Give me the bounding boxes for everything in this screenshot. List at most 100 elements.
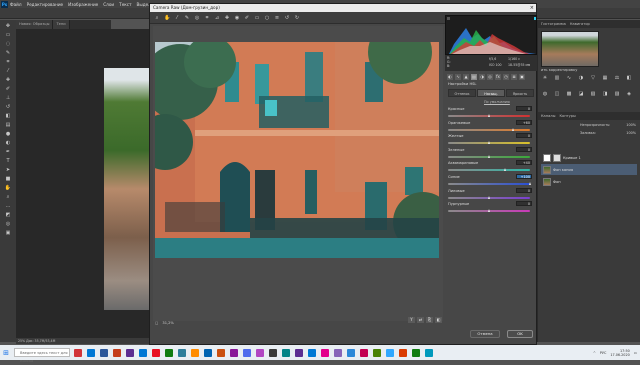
hsl-slider-row[interactable]: Желтые 0 — [448, 133, 534, 147]
blur-tool-icon[interactable]: ● — [5, 131, 12, 137]
hsl-slider-row[interactable]: Оранжевые +60 — [448, 119, 534, 134]
menu-edit[interactable]: Редактирование — [27, 2, 64, 7]
ok-button[interactable]: OK — [507, 330, 533, 338]
gradient-tool-icon[interactable]: ▤ — [5, 122, 12, 128]
slider-value-input[interactable]: +60 — [516, 119, 532, 125]
more-tools-icon[interactable]: … — [5, 203, 12, 209]
taskbar-app-icon[interactable] — [412, 348, 420, 357]
presets-icon[interactable]: ≣ — [511, 73, 517, 80]
slider-value-input[interactable]: 0 — [516, 201, 532, 207]
dodge-tool-icon[interactable]: ◐ — [5, 140, 12, 146]
taskbar-app-icon[interactable] — [282, 348, 290, 357]
taskbar-app-icon[interactable] — [360, 348, 368, 357]
slider-handle[interactable] — [528, 182, 531, 185]
zoom-tool-icon[interactable]: ⌕ — [5, 194, 12, 200]
slider-track[interactable] — [448, 169, 530, 172]
tab-paths[interactable]: Контуры — [559, 114, 575, 118]
eraser-tool-icon[interactable]: ◧ — [5, 113, 12, 119]
taskbar-app-icon[interactable] — [334, 348, 342, 357]
menu-text[interactable]: Текст — [119, 2, 131, 7]
taskbar-app-icon[interactable] — [347, 348, 355, 357]
copy-settings-icon[interactable]: ⎘ — [426, 317, 433, 323]
hand-tool-icon[interactable]: ✋ — [5, 185, 12, 191]
slider-value-input[interactable]: 0 — [516, 106, 532, 111]
toggle-icon[interactable]: ◧ — [435, 317, 442, 323]
menu-image[interactable]: Изображение — [68, 2, 98, 7]
taskbar-app-icon[interactable] — [269, 348, 277, 357]
tab-navigator[interactable]: Навигатор — [570, 22, 590, 26]
slider-value-input[interactable]: 0 — [516, 146, 532, 152]
taskbar-app-icon[interactable] — [191, 348, 199, 357]
graduated-filter-icon[interactable]: ▭ — [254, 15, 260, 21]
type-tool-icon[interactable]: T — [5, 158, 12, 164]
swap-icon[interactable]: ⇄ — [417, 317, 424, 323]
before-after-icon[interactable]: Y — [408, 317, 415, 323]
slider-value-input[interactable]: 0 — [516, 133, 532, 139]
taskbar-app-icon[interactable] — [204, 348, 212, 357]
rotate-right-icon[interactable]: ↻ — [294, 15, 300, 21]
taskbar-app-icon[interactable] — [230, 348, 238, 357]
channel-mixer-icon[interactable]: ◫ — [553, 91, 561, 98]
curves-icon[interactable]: ∿ — [565, 75, 573, 82]
opacity-value[interactable]: 100% — [626, 123, 636, 127]
fill-value[interactable]: 100% — [626, 131, 636, 135]
slider-track[interactable] — [448, 128, 530, 131]
crop-tool-icon[interactable]: ⌗ — [5, 59, 12, 65]
hsl-slider-row[interactable]: Пурпурные 0 — [448, 201, 534, 215]
doc-tab[interactable]: Новая: Образцы — [16, 20, 54, 29]
slider-handle[interactable] — [487, 209, 490, 213]
slider-handle[interactable] — [512, 127, 515, 131]
taskbar-app-icon[interactable] — [100, 348, 108, 357]
tab-saturation[interactable]: Насыщ. — [477, 89, 505, 97]
slider-handle[interactable] — [487, 195, 490, 199]
hsl-slider-row[interactable]: Аквамариновые +40 — [448, 160, 534, 174]
taskbar-app-icon[interactable] — [295, 348, 303, 357]
hsl-slider-row[interactable]: Лиловые 0 — [448, 187, 534, 202]
zoom-minus-icon[interactable]: ▢ — [155, 321, 158, 325]
windows-start-icon[interactable]: ⊞ — [2, 349, 10, 357]
taskbar-app-icon[interactable] — [178, 348, 186, 357]
taskbar-app-icon[interactable] — [74, 348, 82, 357]
tab-histogram[interactable]: Гистограмма — [541, 22, 566, 26]
hsl-slider-row[interactable]: Зеленые 0 — [448, 146, 534, 161]
gradient-map-icon[interactable]: ▨ — [613, 91, 621, 98]
vibrance-icon[interactable]: ▽ — [589, 75, 597, 82]
layer-row[interactable]: Кривые 1 — [541, 152, 637, 163]
notifications-icon[interactable]: ▭ — [634, 351, 637, 355]
rotate-left-icon[interactable]: ↺ — [284, 15, 290, 21]
color-balance-icon[interactable]: ⚖ — [613, 75, 621, 82]
bw-icon[interactable]: ◧ — [625, 75, 633, 82]
taskbar-app-icon[interactable] — [243, 348, 251, 357]
brightness-icon[interactable]: ☀ — [541, 75, 549, 82]
slider-track[interactable] — [448, 183, 530, 185]
slider-handle[interactable] — [487, 114, 490, 117]
taskbar-app-icon[interactable] — [165, 348, 173, 357]
doc-tab[interactable]: Тени — [53, 20, 70, 29]
selective-color-icon[interactable]: ◈ — [625, 91, 633, 98]
color-sampler-icon[interactable]: ✎ — [184, 15, 190, 21]
taskbar-search-input[interactable]: Введите здесь текст для поиска — [14, 348, 70, 363]
tab-channels[interactable]: Каналы — [541, 114, 555, 118]
effects-icon[interactable]: fx — [495, 73, 501, 80]
pen-tool-icon[interactable]: ✒ — [5, 149, 12, 155]
zoom-level[interactable]: 31,2% — [162, 321, 173, 325]
brush-icon[interactable]: ✐ — [244, 15, 250, 21]
layer-row[interactable]: Фон — [541, 176, 637, 187]
hue-sat-icon[interactable]: ▦ — [601, 75, 609, 82]
photo-filter-icon[interactable]: ◍ — [541, 91, 549, 98]
taskbar-app-icon[interactable] — [217, 348, 225, 357]
tray-chevron-icon[interactable]: ^ — [593, 351, 596, 355]
fill-control[interactable]: Заливка: 100% — [580, 131, 636, 135]
slider-handle[interactable] — [503, 168, 506, 172]
taskbar-app-icon[interactable] — [373, 348, 381, 357]
tone-curve-icon[interactable]: ∿ — [455, 73, 461, 80]
cancel-button[interactable]: Отмена — [470, 330, 500, 338]
crop-icon[interactable]: ⌗ — [204, 15, 210, 21]
snapshots-icon[interactable]: ▣ — [519, 73, 525, 80]
zoom-icon[interactable]: ⌕ — [154, 15, 160, 21]
radial-filter-icon[interactable]: ○ — [264, 15, 270, 21]
move-tool-icon[interactable]: ✥ — [5, 23, 12, 29]
hsl-slider-row[interactable]: Синие +100 — [448, 174, 534, 188]
hsl-slider-row[interactable]: Красные 0 — [448, 106, 534, 120]
camera-calibration-icon[interactable]: ◷ — [503, 73, 509, 80]
